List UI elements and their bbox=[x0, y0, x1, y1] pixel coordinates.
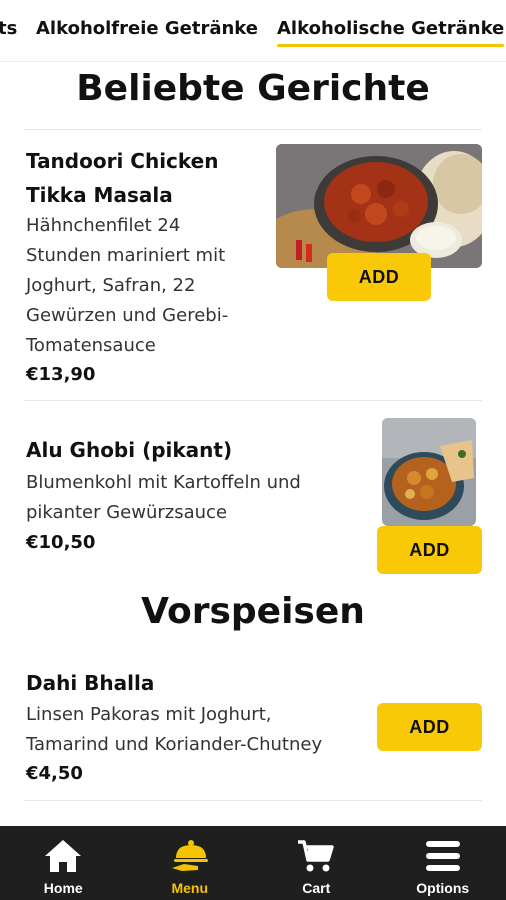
home-icon bbox=[41, 834, 85, 878]
nav-label-cart: Cart bbox=[302, 880, 331, 896]
item-description-line: pikanter Gewürzsauce bbox=[26, 502, 228, 523]
item-description-line: Tamarind und Koriander-Chutney bbox=[26, 734, 323, 755]
category-tabs: ts Alkoholfreie Getränke Alkoholische Ge… bbox=[0, 0, 506, 62]
item-description-line: Stunden mariniert mit bbox=[26, 245, 226, 266]
nav-label-menu: Menu bbox=[171, 880, 209, 896]
tikka-masala-photo[interactable] bbox=[276, 144, 482, 268]
cloche-icon bbox=[168, 834, 212, 878]
item-description-line: Hähnchenfilet 24 bbox=[26, 215, 181, 236]
nav-menu[interactable]: Menu bbox=[127, 826, 253, 896]
nav-label-options: Options bbox=[416, 880, 470, 896]
nav-options[interactable]: Options bbox=[380, 826, 506, 896]
item-name: Dahi Bhalla bbox=[26, 671, 155, 695]
item-description-line: Linsen Pakoras mit Joghurt, bbox=[26, 704, 272, 725]
item-price: €4,50 bbox=[26, 763, 83, 784]
item-description-line: Joghurt, Safran, 22 bbox=[26, 275, 196, 296]
add-button[interactable]: ADD bbox=[327, 253, 431, 301]
item-name: Alu Ghobi (pikant) bbox=[26, 438, 233, 462]
add-button[interactable]: ADD bbox=[377, 526, 482, 574]
nav-cart[interactable]: Cart bbox=[253, 826, 379, 896]
divider bbox=[24, 400, 482, 401]
item-price: €10,50 bbox=[26, 532, 96, 553]
menu-icon bbox=[421, 834, 465, 878]
item-price: €13,90 bbox=[26, 364, 96, 385]
tab-alkoholfreie-getraenke[interactable]: Alkoholfreie Getränke bbox=[36, 18, 258, 39]
divider bbox=[24, 800, 482, 801]
item-description-line: Blumenkohl mit Kartoffeln und bbox=[26, 472, 301, 493]
item-name: Tandoori Chicken bbox=[26, 149, 219, 173]
tab-alkoholische-getraenke[interactable]: Alkoholische Getränke bbox=[277, 18, 505, 47]
bottom-navigation: Home Menu Cart Options bbox=[0, 826, 506, 900]
item-description-line: Gewürzen und Gerebi- bbox=[26, 305, 229, 326]
item-name-line2: Tikka Masala bbox=[26, 183, 173, 207]
tab-previous-category[interactable]: ts bbox=[0, 18, 17, 39]
nav-home[interactable]: Home bbox=[0, 826, 126, 896]
add-button[interactable]: ADD bbox=[377, 703, 482, 751]
section-title-beliebte-gerichte: Beliebte Gerichte bbox=[76, 68, 430, 109]
cart-icon bbox=[294, 834, 338, 878]
alu-gobi-photo[interactable] bbox=[382, 418, 476, 526]
section-title-vorspeisen: Vorspeisen bbox=[141, 591, 365, 632]
nav-label-home: Home bbox=[43, 880, 83, 896]
item-description-line: Tomatensauce bbox=[26, 335, 156, 356]
divider bbox=[24, 129, 482, 130]
